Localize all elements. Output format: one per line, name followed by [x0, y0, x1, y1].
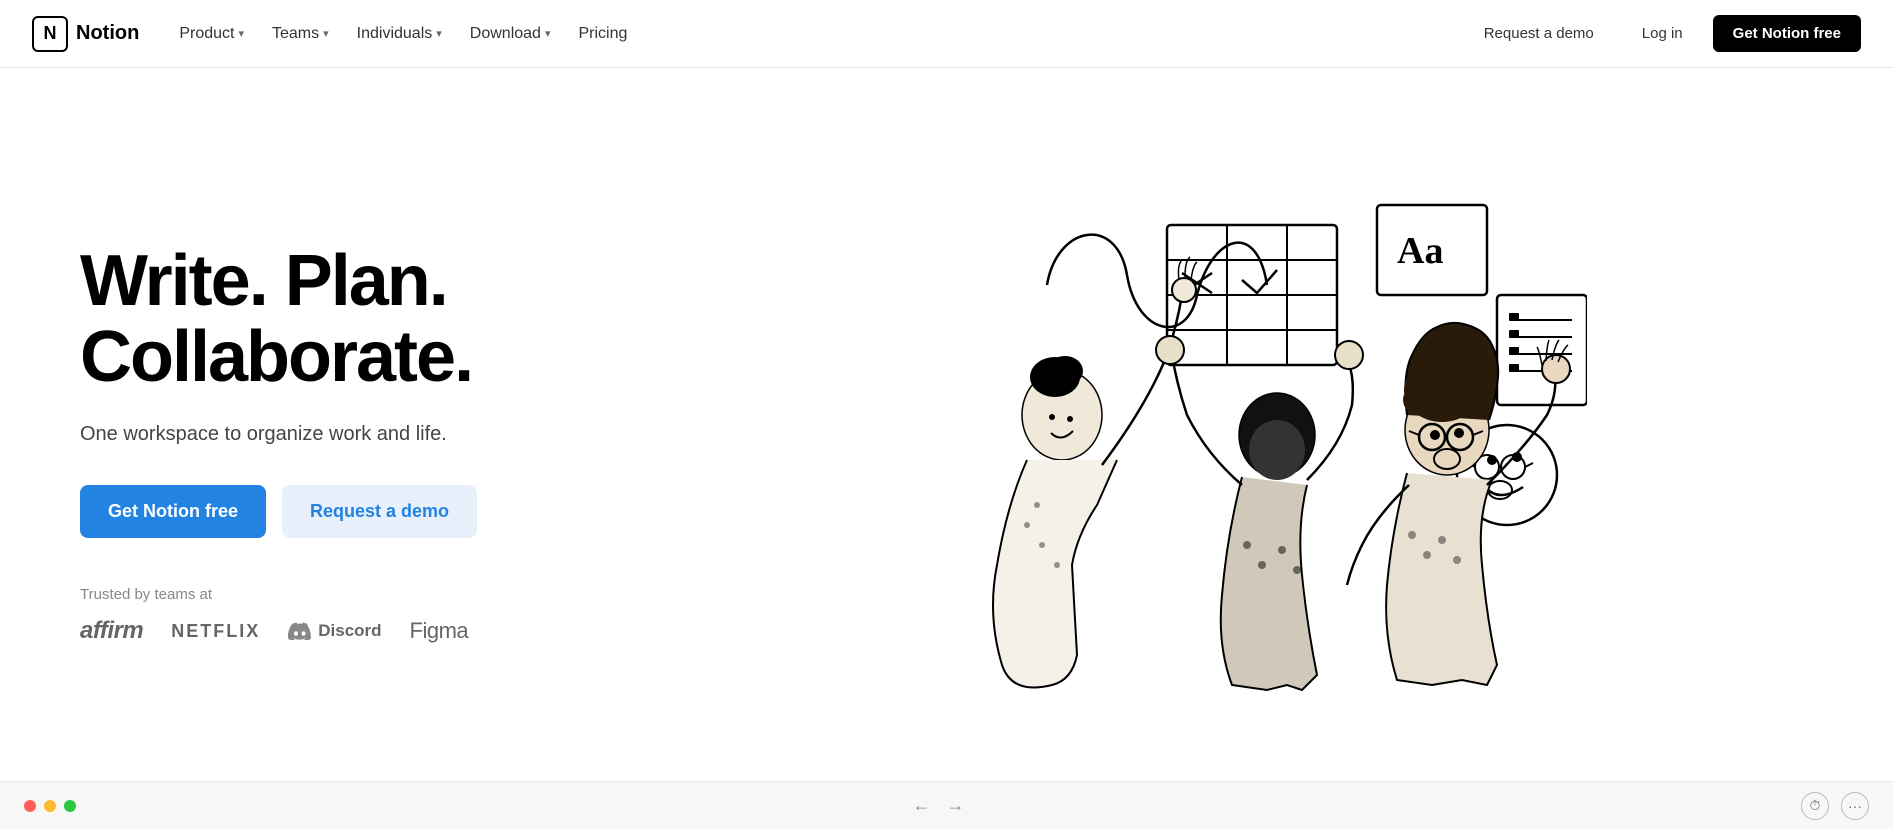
bottom-right-icons: ⏱ ···: [1801, 792, 1869, 820]
request-demo-button-hero[interactable]: Request a demo: [282, 485, 477, 538]
trusted-section: Trusted by teams at affirm NETFLIX Disco…: [80, 586, 660, 645]
get-notion-free-button-nav[interactable]: Get Notion free: [1713, 15, 1861, 52]
chevron-down-icon: ▾: [238, 27, 244, 40]
figma-logo: Figma: [410, 618, 469, 644]
dot-yellow: [44, 800, 56, 812]
get-notion-free-button-hero[interactable]: Get Notion free: [80, 485, 266, 538]
back-button[interactable]: ←: [913, 795, 931, 816]
nav-right: Request a demo Log in Get Notion free: [1466, 15, 1861, 52]
hero-left: Write. Plan.Collaborate. One workspace t…: [80, 244, 660, 645]
hero-section: Write. Plan.Collaborate. One workspace t…: [0, 68, 1893, 781]
discord-logo: Discord: [288, 621, 381, 641]
clock-icon[interactable]: ⏱: [1801, 792, 1829, 820]
bottom-bar: ← → ⏱ ···: [0, 781, 1893, 829]
hero-headline: Write. Plan.Collaborate.: [80, 244, 660, 395]
notion-logo-icon: N: [32, 16, 68, 52]
nav-item-individuals[interactable]: Individuals ▾: [345, 17, 454, 51]
netflix-logo: NETFLIX: [171, 621, 260, 642]
discord-icon: [288, 622, 312, 640]
nav-items: Product ▾ Teams ▾ Individuals ▾ Download…: [167, 17, 639, 51]
nav-item-product[interactable]: Product ▾: [167, 17, 256, 51]
chevron-down-icon: ▾: [545, 27, 551, 40]
nav-item-pricing[interactable]: Pricing: [566, 17, 639, 51]
forward-button[interactable]: →: [947, 795, 965, 816]
window-dots: [24, 800, 76, 812]
chevron-down-icon: ▾: [436, 27, 442, 40]
affirm-logo: affirm: [80, 617, 143, 645]
hero-illustration-area: Aa: [660, 155, 1813, 735]
notion-logo[interactable]: N Notion: [32, 16, 139, 52]
chevron-down-icon: ▾: [323, 27, 329, 40]
nav-item-download[interactable]: Download ▾: [458, 17, 563, 51]
dot-red: [24, 800, 36, 812]
hero-subtext: One workspace to organize work and life.: [80, 419, 500, 449]
trusted-logos: affirm NETFLIX Discord Figma: [80, 617, 660, 645]
request-demo-button[interactable]: Request a demo: [1466, 15, 1612, 52]
browser-nav-arrows: ← →: [913, 795, 965, 816]
nav-item-teams[interactable]: Teams ▾: [260, 17, 341, 51]
dot-green: [64, 800, 76, 812]
notion-logo-text: Notion: [76, 22, 139, 45]
hero-illustration: Aa: [887, 165, 1587, 725]
login-button[interactable]: Log in: [1624, 15, 1701, 52]
nav-left: N Notion Product ▾ Teams ▾ Individuals ▾…: [32, 16, 639, 52]
more-options-icon[interactable]: ···: [1841, 792, 1869, 820]
navbar: N Notion Product ▾ Teams ▾ Individuals ▾…: [0, 0, 1893, 68]
trusted-label: Trusted by teams at: [80, 586, 660, 603]
svg-text:Aa: Aa: [1397, 230, 1443, 272]
hero-buttons: Get Notion free Request a demo: [80, 485, 660, 538]
